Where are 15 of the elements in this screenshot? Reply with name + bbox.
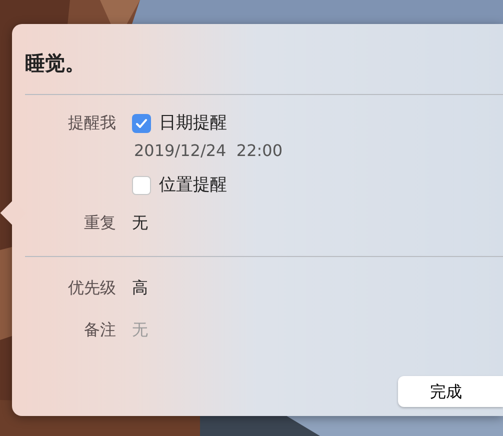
repeat-value[interactable]: 无: [132, 213, 148, 232]
checkbox-label[interactable]: 位置提醒: [159, 174, 227, 196]
reminder-title: 睡觉。: [25, 50, 86, 77]
checkmark-icon: [135, 116, 148, 130]
alert-date-time[interactable]: 2019/12/24 22:00: [134, 140, 503, 162]
done-button[interactable]: 完成: [398, 376, 503, 407]
field-label: 重复: [83, 212, 116, 234]
field-label: 优先级: [67, 277, 116, 299]
field-label: 备注: [83, 319, 116, 341]
checkbox-label[interactable]: 日期提醒: [159, 112, 227, 134]
field-label: 提醒我: [67, 112, 116, 134]
checkbox[interactable]: [132, 176, 151, 194]
checkbox[interactable]: [132, 114, 151, 132]
notes-field[interactable]: 无: [132, 319, 332, 341]
priority-value[interactable]: 高: [132, 278, 148, 297]
